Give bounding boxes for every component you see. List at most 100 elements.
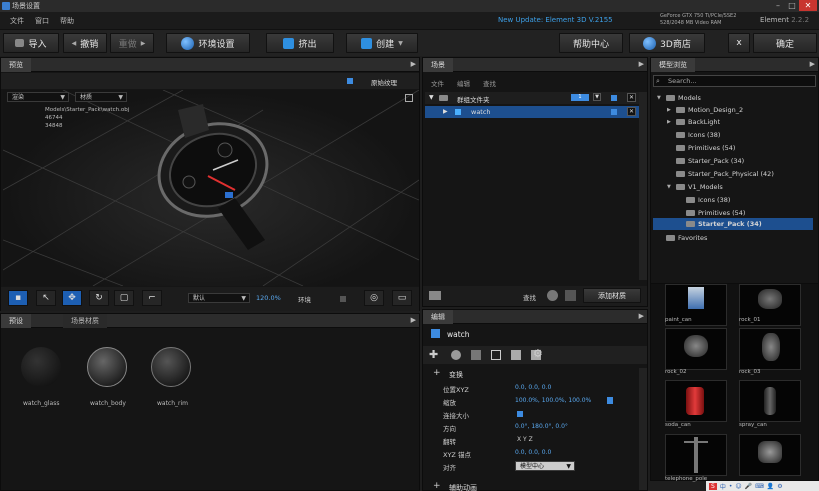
prop-anchor[interactable]: 0.0, 0.0, 0.0 <box>515 449 551 456</box>
keyboard-icon[interactable]: ⌨ <box>755 483 764 490</box>
scene-menu-file[interactable]: 文件 <box>431 78 444 88</box>
target-tool[interactable]: ◎ <box>364 290 384 306</box>
move-icon[interactable]: ✚ <box>429 348 438 361</box>
extrude-button[interactable]: 挤出 <box>266 33 334 53</box>
copy-icon[interactable] <box>491 350 501 360</box>
checkbox-icon[interactable] <box>347 78 353 84</box>
close-window-button[interactable]: ✕ <box>799 0 817 11</box>
tab-model-browser[interactable]: 模型浏览 <box>651 58 695 72</box>
tab-preview[interactable]: 预览 <box>1 58 31 72</box>
emoji-icon[interactable]: ☺ <box>735 483 741 490</box>
material-select[interactable]: 材质 ▼ <box>75 92 127 102</box>
delete-icon[interactable]: ✕ <box>627 107 636 116</box>
edit-scrollbar[interactable] <box>639 368 647 490</box>
prop-checkbox[interactable] <box>517 411 523 417</box>
close-button[interactable]: x <box>728 33 750 53</box>
tree-item[interactable]: ▶ BackLight <box>667 116 720 128</box>
align-select[interactable]: 模型中心 ▼ <box>515 461 575 471</box>
thumb-model[interactable] <box>739 434 801 476</box>
section-expand-icon[interactable]: + <box>433 368 441 378</box>
tree-item[interactable]: Starter_Pack_Physical (42) <box>667 168 774 180</box>
checker-icon[interactable] <box>471 350 481 360</box>
camera-tool[interactable]: ▪ <box>8 290 28 306</box>
tree-item[interactable]: Icons (38) <box>677 194 730 206</box>
move-tool[interactable]: ✥ <box>62 290 82 306</box>
tab-scene-materials[interactable]: 场景材质 <box>63 314 107 328</box>
scene-group-row[interactable]: ▼ 群组文件夹 1 ▼ ✕ <box>425 92 639 104</box>
prop-scale[interactable]: 100.0%, 100.0%, 100.0% <box>515 397 591 404</box>
tree-item[interactable]: Primitives (54) <box>667 142 735 154</box>
section-expand-icon[interactable]: + <box>433 481 441 491</box>
create-button[interactable]: 创建 ▼ <box>346 33 418 53</box>
gear-icon[interactable]: ⚙ <box>533 347 543 360</box>
scene-scrollbar[interactable] <box>639 92 647 280</box>
import-button[interactable]: 导入 <box>3 33 59 53</box>
monitor-tool[interactable]: ▭ <box>392 290 412 306</box>
ime-lang-icon[interactable]: 中 <box>720 482 726 491</box>
zoom-mode-select[interactable]: 默认 ▼ <box>188 293 250 303</box>
sphere-icon[interactable] <box>547 290 558 301</box>
model-search-input[interactable]: Search... <box>653 75 816 87</box>
tree-item[interactable]: Icons (38) <box>667 129 720 141</box>
delete-icon[interactable]: ✕ <box>627 93 636 102</box>
shading-select[interactable]: 渲染 ▼ <box>7 92 69 102</box>
visibility-checkbox[interactable] <box>611 109 617 115</box>
thumb-soda-can[interactable] <box>665 380 727 422</box>
panel-arrow-icon[interactable]: ▶ <box>411 316 416 324</box>
add-material-button[interactable]: 添加材质 <box>583 288 641 303</box>
material-ball-glass[interactable] <box>21 347 61 387</box>
panel-arrow-icon[interactable]: ▶ <box>411 60 416 68</box>
tree-item[interactable]: ▶ Motion_Design_2 <box>667 104 743 116</box>
prop-orientation[interactable]: 0.0°, 180.0°, 0.0° <box>515 423 568 430</box>
scene-menu-find[interactable]: 查找 <box>483 78 496 88</box>
ime-dot-icon[interactable]: • <box>729 483 733 490</box>
settings-icon[interactable]: ⚙ <box>777 483 782 490</box>
tree-item-selected[interactable]: Starter_Pack (34) <box>653 218 813 230</box>
scene-item-row[interactable]: ▶ watch ✕ <box>425 106 639 118</box>
help-center-button[interactable]: 帮助中心 <box>559 33 623 53</box>
prop-flip[interactable]: X Y Z <box>517 436 533 443</box>
3d-viewport[interactable]: 渲染 ▼ 材质 ▼ Models\Starter_Pack\watch.obj 46… <box>3 90 419 286</box>
thumb-spray-can[interactable] <box>739 380 801 422</box>
thumb-rock-02[interactable] <box>665 328 727 370</box>
maximize-button[interactable]: □ <box>785 0 799 11</box>
material-ball-body[interactable] <box>87 347 127 387</box>
panel-arrow-icon[interactable]: ▶ <box>810 60 815 68</box>
panel-arrow-icon[interactable]: ▶ <box>639 312 644 320</box>
menu-help[interactable]: 帮助 <box>60 16 74 26</box>
scale-tool[interactable]: ▢ <box>114 290 134 306</box>
gear-small-icon[interactable] <box>451 350 461 360</box>
tree-item[interactable]: ▼ Models <box>657 92 701 104</box>
menu-window[interactable]: 窗口 <box>35 16 49 26</box>
store-button[interactable]: 3D商店 <box>629 33 705 53</box>
prop-position[interactable]: 0.0, 0.0, 0.0 <box>515 384 551 391</box>
ime-logo-icon[interactable]: S <box>709 482 717 490</box>
minimize-button[interactable]: – <box>771 0 785 11</box>
scene-menu-edit[interactable]: 编辑 <box>457 78 470 88</box>
zoom-value[interactable]: 120.0% <box>256 294 281 302</box>
tab-presets[interactable]: 预设 <box>1 314 31 328</box>
tree-item[interactable]: ▼ V1_Models <box>667 181 723 193</box>
update-notice[interactable]: New Update: Element 3D V.2155 <box>498 16 613 24</box>
user-icon[interactable]: 👤 <box>767 483 774 490</box>
menu-file[interactable]: 文件 <box>10 16 24 26</box>
tree-item[interactable]: Favorites <box>657 232 707 244</box>
add-folder-icon[interactable] <box>429 291 441 300</box>
environment-button[interactable]: 环境设置 <box>166 33 250 53</box>
select-tool[interactable]: ↖ <box>36 290 56 306</box>
mic-icon[interactable]: 🎤 <box>745 483 752 490</box>
ok-button[interactable]: 确定 <box>753 33 817 53</box>
expand-icon[interactable] <box>405 94 413 102</box>
panel-arrow-icon[interactable]: ▶ <box>639 60 644 68</box>
rotate-tool[interactable]: ↻ <box>89 290 109 306</box>
material-icon[interactable] <box>565 290 576 301</box>
axis-tool[interactable]: ⌐ <box>142 290 162 306</box>
undo-button[interactable]: ◀ 撤销 <box>63 33 107 53</box>
chevron-down-icon[interactable]: ▼ <box>593 93 601 101</box>
tab-edit[interactable]: 编辑 <box>423 310 453 324</box>
tree-item[interactable]: Starter_Pack (34) <box>667 155 744 167</box>
thumb-telephone-pole[interactable] <box>665 434 727 476</box>
tab-scene[interactable]: 场景 <box>423 58 453 72</box>
redo-button[interactable]: 重做 ▶ <box>110 33 154 53</box>
env-checkbox[interactable] <box>340 296 346 302</box>
